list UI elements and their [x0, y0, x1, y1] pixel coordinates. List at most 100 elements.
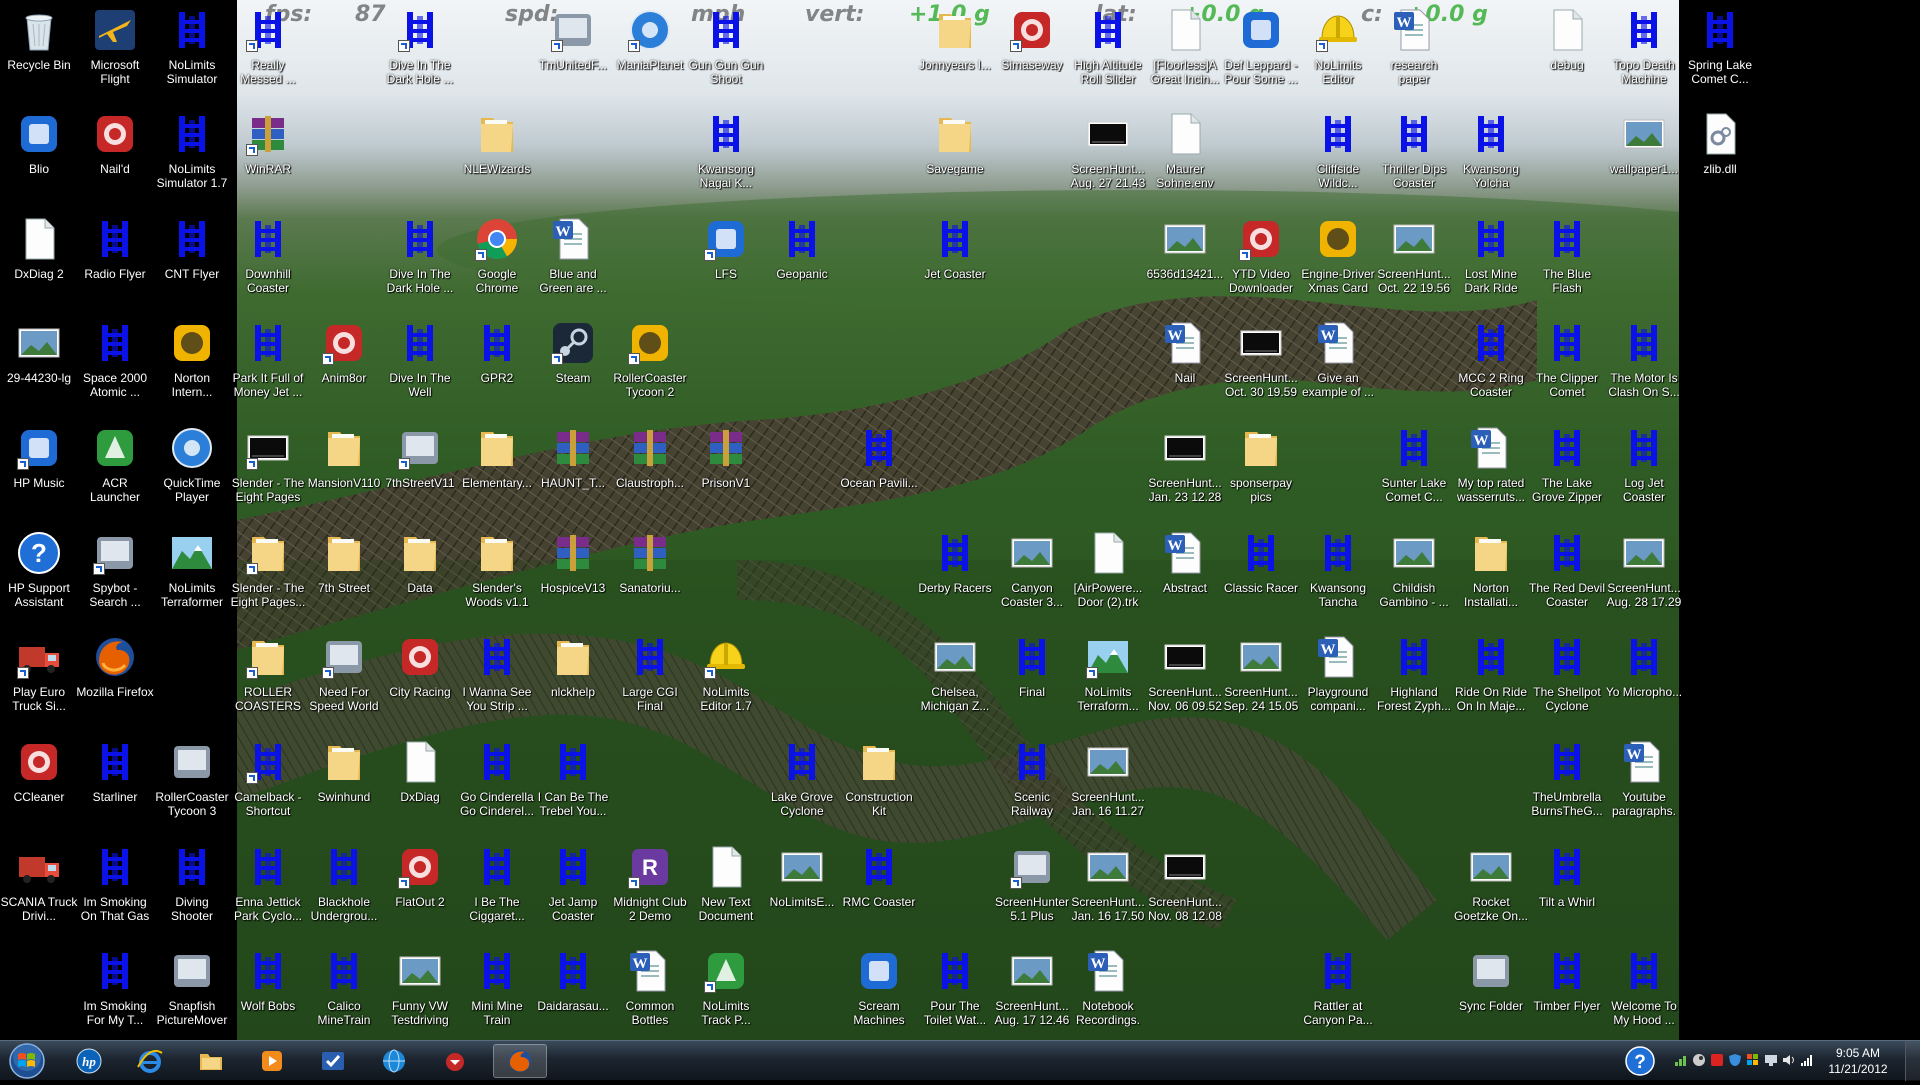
- desktop-icon-59[interactable]: W Give an example of ...: [1299, 313, 1377, 413]
- desktop-icon-63[interactable]: HP Music: [0, 418, 78, 518]
- desktop-icon-38[interactable]: W Blue and Green are ...: [534, 209, 612, 309]
- desktop-icon-62[interactable]: The Motor Is Clash On S...: [1605, 313, 1683, 413]
- desktop-icon-133[interactable]: Im Smoking On That Gas: [76, 837, 154, 937]
- desktop-icon-132[interactable]: SCANIA Truck Drivi...: [0, 837, 78, 937]
- desktop-icon-6[interactable]: ManiaPlanet: [611, 0, 689, 100]
- desktop-icon-81[interactable]: Spybot - Search ...: [76, 523, 154, 623]
- desktop-icon-112[interactable]: ScreenHunt... Sep. 24 15.05: [1222, 627, 1300, 727]
- desktop-icon-80[interactable]: ? HP Support Assistant: [0, 523, 78, 623]
- desktop-icon-32[interactable]: DxDiag 2: [0, 209, 78, 309]
- desktop-icon-83[interactable]: Slender - The Eight Pages...: [229, 523, 307, 623]
- monitor-tray-icon[interactable]: [1764, 1053, 1778, 1067]
- desktop-icon-46[interactable]: Lost Mine Dark Ride: [1452, 209, 1530, 309]
- desktop-icon-50[interactable]: Norton Intern...: [153, 313, 231, 413]
- desktop-icon-151[interactable]: Wolf Bobs: [229, 941, 307, 1040]
- desktop-icon-21[interactable]: WinRAR: [229, 104, 307, 204]
- desktop-icon-68[interactable]: 7thStreetV11: [381, 418, 459, 518]
- desktop-icon-130[interactable]: TheUmbrella BurnsTheG...: [1528, 732, 1606, 832]
- desktop-icon-34[interactable]: CNT Flyer: [153, 209, 231, 309]
- desktop-icon-22[interactable]: NLEWizards: [458, 104, 536, 204]
- desktop-icon-155[interactable]: Daidarasau...: [534, 941, 612, 1040]
- desktop-icon-138[interactable]: I Be The Ciggaret...: [458, 837, 536, 937]
- desktop-icon-82[interactable]: NoLimits Terraformer: [153, 523, 231, 623]
- desktop-icon-78[interactable]: The Lake Grove Zipper: [1528, 418, 1606, 518]
- desktop-icon-122[interactable]: Swinhund: [305, 732, 383, 832]
- desktop-icon-97[interactable]: The Red Devil Coaster: [1528, 523, 1606, 623]
- desktop-icon-152[interactable]: Calico MineTrain: [305, 941, 383, 1040]
- desktop-icon-5[interactable]: TmUnitedF...: [534, 0, 612, 100]
- desktop-icon-54[interactable]: GPR2: [458, 313, 536, 413]
- desktop-icon-58[interactable]: ScreenHunt... Oct. 30 19.59: [1222, 313, 1300, 413]
- desktop-icon-60[interactable]: MCC 2 Ring Coaster: [1452, 313, 1530, 413]
- wifi-bars-icon[interactable]: [1800, 1053, 1814, 1067]
- show-desktop-button[interactable]: [1905, 1041, 1920, 1081]
- desktop-icon-94[interactable]: Kwansong Tancha: [1299, 523, 1377, 623]
- desktop-icon-146[interactable]: ScreenHunt... Nov. 08 12.08: [1146, 837, 1224, 937]
- desktop-icon-11[interactable]: [Floorless]A Great Incin...: [1146, 0, 1224, 100]
- desktop-icon-40[interactable]: Geopanic: [763, 209, 841, 309]
- desktop-icon-128[interactable]: Scenic Railway: [993, 732, 1071, 832]
- desktop-icon-165[interactable]: Welcome To My Hood ...: [1605, 941, 1683, 1040]
- desktop-icon-0[interactable]: Recycle Bin: [0, 0, 78, 100]
- desktop-icon-72[interactable]: PrisonV1: [687, 418, 765, 518]
- desktop-icon-96[interactable]: Norton Installati...: [1452, 523, 1530, 623]
- desktop-icon-139[interactable]: Jet Jamp Coaster: [534, 837, 612, 937]
- desktop-icon-2[interactable]: NoLimits Simulator: [153, 0, 231, 100]
- desktop-icon-27[interactable]: Cliffside Wildc...: [1299, 104, 1377, 204]
- desktop-icon-164[interactable]: Timber Flyer: [1528, 941, 1606, 1040]
- desktop-icon-86[interactable]: Slender's Woods v1.1: [458, 523, 536, 623]
- desktop-icon-64[interactable]: ACR Launcher: [76, 418, 154, 518]
- desktop-icon-131[interactable]: W Youtube paragraphs.: [1605, 732, 1683, 832]
- desktop-icon-140[interactable]: R Midnight Club 2 Demo: [611, 837, 689, 937]
- desktop-icon-49[interactable]: Space 2000 Atomic ...: [76, 313, 154, 413]
- desktop-icon-92[interactable]: W Abstract: [1146, 523, 1224, 623]
- desktop[interactable]: fps: 87 spd: mph vert: +1.0 g lat: +0.0 …: [0, 0, 1920, 1040]
- steam-tray-icon[interactable]: [1692, 1053, 1706, 1067]
- desktop-icon-8[interactable]: Jonnyears I...: [916, 0, 994, 100]
- shield-tray-icon[interactable]: [1728, 1053, 1742, 1067]
- taskbar-button-file-explorer[interactable]: [184, 1044, 238, 1078]
- desktop-icon-70[interactable]: HAUNT_T...: [534, 418, 612, 518]
- desktop-icon-136[interactable]: Blackhole Undergrou...: [305, 837, 383, 937]
- desktop-icon-162[interactable]: Rattler at Canyon Pa...: [1299, 941, 1377, 1040]
- desktop-icon-31[interactable]: zlib.dll: [1681, 104, 1759, 204]
- desktop-icon-145[interactable]: ScreenHunt... Jan. 16 17.50: [1069, 837, 1147, 937]
- desktop-icon-90[interactable]: Canyon Coaster 3...: [993, 523, 1071, 623]
- desktop-icon-43[interactable]: YTD Video Downloader: [1222, 209, 1300, 309]
- desktop-icon-24[interactable]: Savegame: [916, 104, 994, 204]
- desktop-icon-150[interactable]: Snapfish PictureMover: [153, 941, 231, 1040]
- desktop-icon-75[interactable]: sponserpay pics: [1222, 418, 1300, 518]
- desktop-icon-111[interactable]: ScreenHunt... Nov. 06 09.52: [1146, 627, 1224, 727]
- desktop-icon-115[interactable]: Ride On Ride On In Maje...: [1452, 627, 1530, 727]
- desktop-icon-73[interactable]: Ocean Pavili...: [840, 418, 918, 518]
- desktop-icon-88[interactable]: Sanatoriu...: [611, 523, 689, 623]
- desktop-icon-53[interactable]: Dive In The Well: [381, 313, 459, 413]
- desktop-icon-163[interactable]: Sync Folder: [1452, 941, 1530, 1040]
- taskbar-button-hp[interactable]: hp: [62, 1044, 116, 1078]
- desktop-icon-47[interactable]: The Blue Flash: [1528, 209, 1606, 309]
- desktop-icon-119[interactable]: Starliner: [76, 732, 154, 832]
- desktop-icon-18[interactable]: Blio: [0, 104, 78, 204]
- desktop-icon-48[interactable]: 29-44230-lg: [0, 313, 78, 413]
- desktop-icon-87[interactable]: HospiceV13: [534, 523, 612, 623]
- desktop-icon-69[interactable]: Elementary...: [458, 418, 536, 518]
- desktop-icon-93[interactable]: Classic Racer: [1222, 523, 1300, 623]
- desktop-icon-3[interactable]: Really Messed ...: [229, 0, 307, 100]
- desktop-icon-77[interactable]: W My top rated wasserruts...: [1452, 418, 1530, 518]
- desktop-icon-79[interactable]: Log Jet Coaster: [1605, 418, 1683, 518]
- desktop-icon-42[interactable]: 6536d13421...: [1146, 209, 1224, 309]
- desktop-icon-7[interactable]: Gun Gun Gun Shoot: [687, 0, 765, 100]
- desktop-icon-156[interactable]: W Common Bottles: [611, 941, 689, 1040]
- desktop-icon-95[interactable]: Childish Gambino - ...: [1375, 523, 1453, 623]
- taskbar-button-media-player[interactable]: [245, 1044, 299, 1078]
- desktop-icon-37[interactable]: Google Chrome: [458, 209, 536, 309]
- desktop-icon-41[interactable]: Jet Coaster: [916, 209, 994, 309]
- desktop-icon-159[interactable]: Pour The Toilet Wat...: [916, 941, 994, 1040]
- desktop-icon-144[interactable]: ScreenHunter 5.1 Plus: [993, 837, 1071, 937]
- desktop-icon-45[interactable]: ScreenHunt... Oct. 22 19.56: [1375, 209, 1453, 309]
- desktop-icon-39[interactable]: LFS: [687, 209, 765, 309]
- desktop-icon-61[interactable]: The Clipper Comet: [1528, 313, 1606, 413]
- desktop-icon-118[interactable]: CCleaner: [0, 732, 78, 832]
- desktop-icon-1[interactable]: Microsoft Flight: [76, 0, 154, 100]
- desktop-icon-9[interactable]: Simaseway: [993, 0, 1071, 100]
